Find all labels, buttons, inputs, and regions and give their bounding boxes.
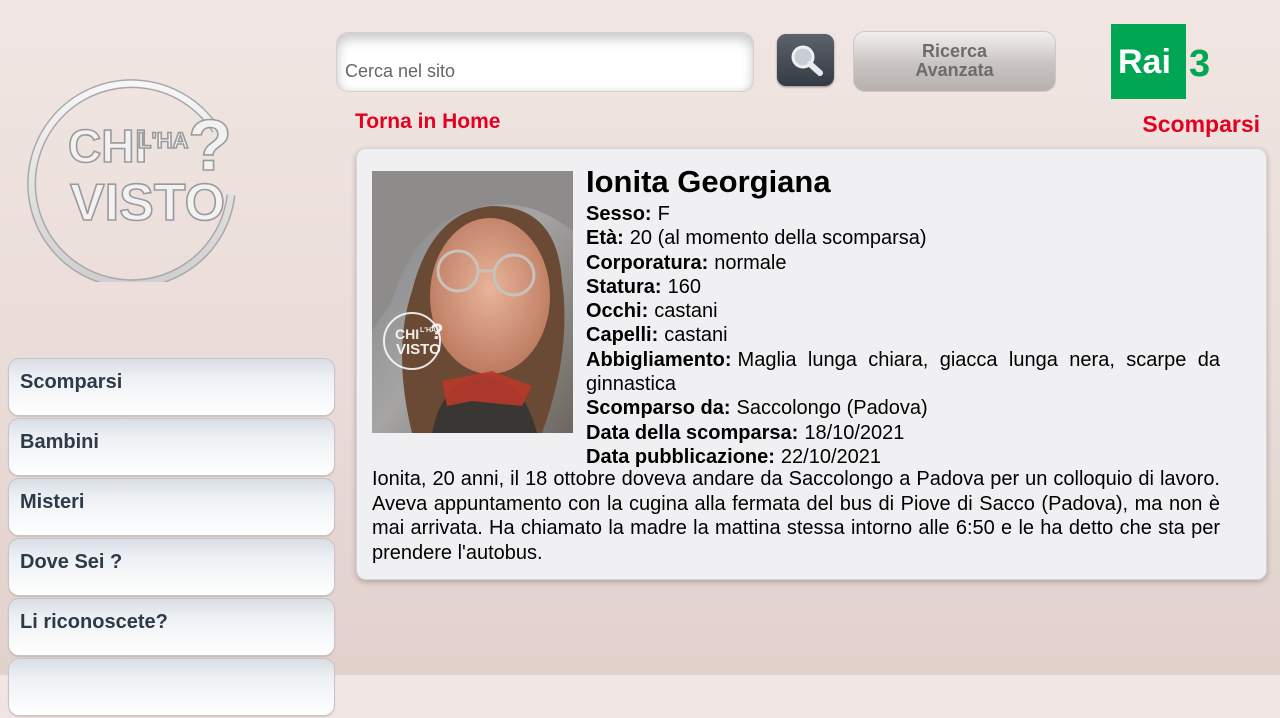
advanced-search-label-line2: Avanzata — [915, 60, 994, 80]
svg-text:?: ? — [430, 319, 443, 344]
sidebar-item-misteri[interactable]: Misteri — [8, 478, 335, 536]
field-eta: Età: 20 (al momento della scomparsa) — [586, 227, 927, 250]
field-corporatura: Corporatura: normale — [586, 251, 787, 274]
sidebar-item-more[interactable] — [8, 658, 335, 716]
section-title: Scomparsi — [1142, 111, 1260, 137]
field-statura: Statura: 160 — [586, 275, 701, 298]
svg-text:?: ? — [188, 106, 232, 186]
advanced-search-button[interactable]: Ricerca Avanzata — [853, 31, 1056, 92]
field-capelli: Capelli: castani — [586, 324, 728, 347]
sidebar-item-li-riconoscete[interactable]: Li riconoscete? — [8, 598, 335, 656]
person-info: Ionita Georgiana Sesso: F Età: 20 (al mome… — [586, 164, 1220, 469]
person-photo: CHI L'HA VISTO ? — [372, 171, 573, 433]
field-sesso: Sesso: F — [586, 203, 670, 225]
search-input[interactable] — [343, 57, 747, 85]
sidebar-item-bambini[interactable]: Bambini — [8, 418, 335, 476]
rai3-logo[interactable]: Rai 3 — [1111, 24, 1219, 99]
advanced-search-label-line1: Ricerca — [921, 41, 988, 61]
field-occhi: Occhi: castani — [586, 300, 718, 323]
sidebar-menu: Scomparsi Bambini Misteri Dove Sei ? Li … — [8, 358, 335, 718]
field-abbigliamento: Abbigliamento: Maglia lunga chiara, giacc… — [586, 348, 1220, 396]
sidebar-item-dove-sei[interactable]: Dove Sei ? — [8, 538, 335, 596]
chi-lha-visto-logo[interactable]: CHI L'HA VISTO ? — [26, 60, 248, 289]
missing-person-card: CHI L'HA VISTO ? Ionita Georgiana Sesso:… — [356, 148, 1267, 580]
magnifier-icon — [791, 45, 823, 76]
person-name: Ionita Georgiana — [586, 164, 831, 199]
svg-text:L'HA: L'HA — [138, 128, 189, 153]
search-box[interactable] — [336, 32, 754, 92]
search-button[interactable] — [777, 34, 834, 86]
field-data-scomparsa: Data della scomparsa: 18/10/2021 — [586, 421, 905, 444]
svg-text:CHI: CHI — [395, 326, 419, 342]
svg-text:CHI: CHI — [68, 120, 147, 172]
field-data-pubblicazione: Data pubblicazione: 22/10/2021 — [586, 445, 882, 468]
field-scomparso-da: Scomparso da: Saccolongo (Padova) — [586, 397, 928, 420]
sidebar-item-scomparsi[interactable]: Scomparsi — [8, 358, 335, 416]
home-link[interactable]: Torna in Home — [355, 110, 500, 134]
svg-text:3: 3 — [1189, 43, 1210, 85]
person-description: Ionita, 20 anni, il 18 ottobre doveva an… — [372, 468, 1220, 564]
svg-text:Rai: Rai — [1118, 43, 1171, 81]
